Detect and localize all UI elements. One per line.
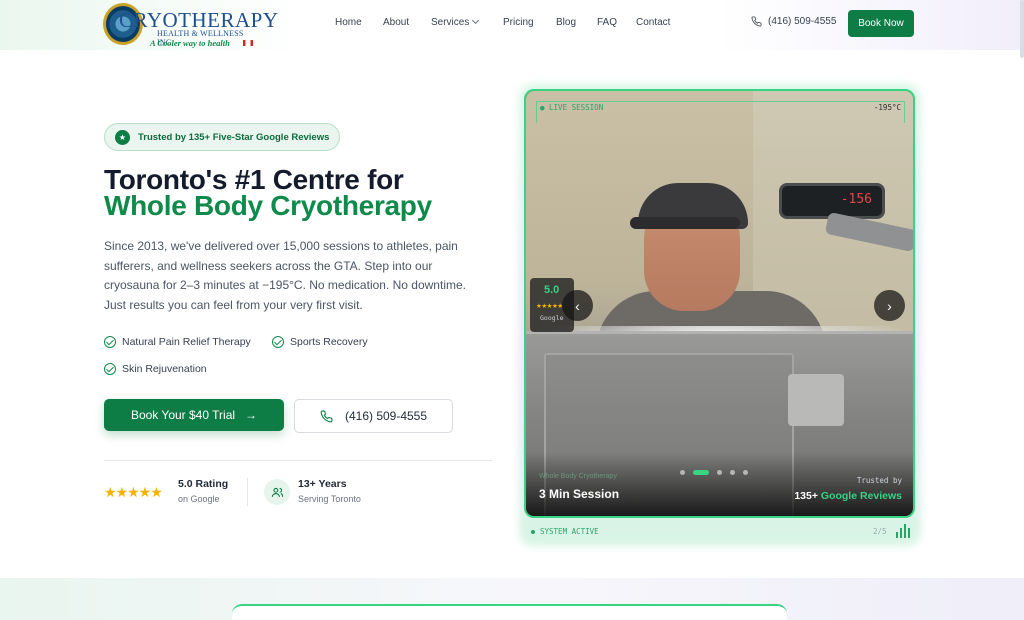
status-dot-icon [531, 529, 535, 534]
chevron-right-icon: › [887, 297, 892, 314]
users-icon [264, 479, 290, 505]
star-icon: ★ [115, 129, 130, 145]
photo-cap-brim [630, 217, 740, 229]
rating-value: 5.0 Rating [178, 478, 229, 490]
reviews-count-line: 135+ Google Reviews [794, 490, 902, 502]
trusted-label: Trusted by [856, 476, 902, 485]
feature-item: Sports Recovery [272, 336, 368, 348]
nav-item-faq[interactable]: FAQ [597, 17, 617, 28]
nav-item-home[interactable]: Home [335, 17, 362, 28]
years-value: 13+ Years [298, 478, 347, 490]
check-circle-icon [104, 336, 116, 348]
photo-hinge [788, 374, 844, 426]
google-score: 5.0 [544, 284, 560, 296]
nav-item-blog[interactable]: Blog [556, 17, 576, 28]
nav-item-contact[interactable]: Contact [636, 17, 670, 28]
phone-icon [751, 16, 762, 27]
nav-item-services-label: Services [431, 17, 470, 28]
header-phone-number: (416) 509-4555 [768, 16, 837, 27]
canada-flag-icon [243, 40, 253, 46]
google-label: Google [540, 314, 564, 322]
brand-tagline: A Cooler way to health [150, 38, 230, 48]
hero-media-carousel[interactable]: -156 ● LIVE SESSION -195°C 5.0 ★★★★★ Goo… [524, 89, 915, 518]
reviews-label: Google Reviews [820, 490, 902, 502]
nav-item-pricing[interactable]: Pricing [503, 17, 534, 28]
feature-item: Natural Pain Relief Therapy [104, 336, 251, 348]
system-status: SYSTEM ACTIVE [531, 527, 599, 536]
nav-item-about[interactable]: About [383, 17, 409, 28]
reviews-badge: ★ Trusted by 135+ Five-Star Google Revie… [104, 123, 340, 151]
chevron-left-icon: ‹ [575, 297, 580, 314]
chevron-down-icon [472, 16, 480, 25]
stats-separator [247, 478, 248, 506]
call-phone-button[interactable]: (416) 509-4555 [294, 399, 453, 433]
slide-counter: 2/5 [873, 527, 887, 536]
nav-item-services[interactable]: Services [431, 16, 480, 28]
slide-caption: 3 Min Session [539, 487, 620, 501]
carousel-prev-button[interactable]: ‹ [562, 290, 593, 321]
header-phone-link[interactable]: (416) 509-4555 [751, 16, 836, 27]
hud-live-label: ● LIVE SESSION [540, 103, 604, 112]
signal-bars-icon [896, 524, 910, 538]
reviews-badge-text: Trusted by 135+ Five-Star Google Reviews [138, 131, 330, 143]
rating-stars: ★★★★★ [104, 484, 163, 500]
carousel-next-button[interactable]: › [874, 290, 905, 321]
carousel-dot[interactable] [730, 470, 735, 475]
carousel-dots [680, 470, 748, 475]
page-scrollbar[interactable] [1020, 0, 1024, 58]
book-trial-label: Book Your $40 Trial [130, 408, 236, 422]
check-circle-icon [104, 363, 116, 375]
system-status-label: SYSTEM ACTIVE [540, 527, 599, 536]
feature-label: Natural Pain Relief Therapy [122, 336, 251, 348]
slide-kicker: Whole Body Cryotherapy [539, 473, 617, 480]
hud-temperature: -195°C [873, 103, 901, 112]
hero-title-line2: Whole Body Cryotherapy [104, 190, 432, 221]
check-circle-icon [272, 336, 284, 348]
call-phone-label: (416) 509-4555 [344, 409, 428, 423]
google-stars: ★★★★★ [536, 303, 563, 310]
site-header: CRYOTHERAPY HEALTH & WELLNESS INC. A Coo… [0, 0, 1024, 50]
feature-label: Sports Recovery [290, 336, 368, 348]
stats-divider [104, 460, 492, 461]
carousel-dot[interactable] [743, 470, 748, 475]
rating-source: on Google [178, 494, 220, 504]
next-section-card [232, 604, 787, 620]
feature-item: Skin Rejuvenation [104, 363, 207, 375]
arrow-right-icon: → [245, 408, 258, 422]
reviews-count: 135+ [794, 490, 818, 502]
phone-icon [320, 410, 333, 422]
book-trial-button[interactable]: Book Your $40 Trial → [104, 399, 284, 431]
carousel-dot[interactable] [717, 470, 722, 475]
brand-logo[interactable]: CRYOTHERAPY HEALTH & WELLNESS INC. A Coo… [103, 2, 278, 48]
hero-lead: Since 2013, we've delivered over 15,000 … [104, 239, 466, 312]
carousel-dot[interactable] [680, 470, 685, 475]
book-now-button[interactable]: Book Now [848, 10, 914, 37]
carousel-dot-active[interactable] [693, 470, 709, 475]
display-reading: -156 [840, 192, 872, 207]
feature-label: Skin Rejuvenation [122, 363, 207, 375]
years-caption: Serving Toronto [298, 494, 361, 504]
